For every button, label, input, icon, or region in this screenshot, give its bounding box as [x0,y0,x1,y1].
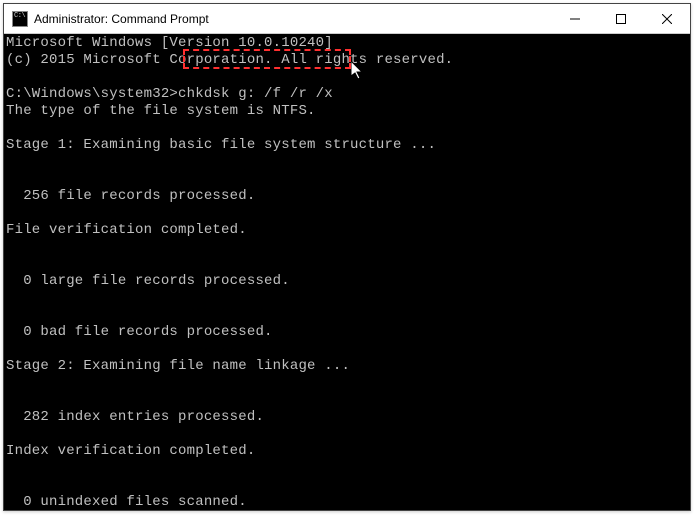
terminal-line: C:\Windows\system32>chkdsk g: /f /r /x [6,86,688,103]
terminal-line [6,205,688,222]
terminal-output[interactable]: Microsoft Windows [Version 10.0.10240](c… [4,34,690,510]
terminal-line: 0 bad file records processed. [6,324,688,341]
terminal-line: The type of the file system is NTFS. [6,103,688,120]
titlebar[interactable]: C:\ Administrator: Command Prompt [4,4,690,34]
terminal-line: 282 index entries processed. [6,409,688,426]
terminal-line: (c) 2015 Microsoft Corporation. All righ… [6,52,688,69]
terminal-line [6,171,688,188]
terminal-line: 0 large file records processed. [6,273,688,290]
cmd-icon: C:\ [12,11,28,27]
maximize-button[interactable] [598,4,644,33]
terminal-line: Index verification completed. [6,443,688,460]
terminal-line [6,392,688,409]
terminal-line [6,239,688,256]
terminal-line: Stage 2: Examining file name linkage ... [6,358,688,375]
terminal-line: 256 file records processed. [6,188,688,205]
terminal-line [6,375,688,392]
terminal-line [6,290,688,307]
window-title: Administrator: Command Prompt [34,12,552,26]
terminal-line [6,120,688,137]
command-prompt-window: C:\ Administrator: Command Prompt Micros… [3,3,691,511]
terminal-line [6,256,688,273]
terminal-line [6,69,688,86]
terminal-line: Microsoft Windows [Version 10.0.10240] [6,35,688,52]
terminal-line: 0 unindexed files scanned. [6,494,688,510]
terminal-line [6,341,688,358]
terminal-line [6,307,688,324]
terminal-line: Stage 1: Examining basic file system str… [6,137,688,154]
close-button[interactable] [644,4,690,33]
terminal-line [6,426,688,443]
window-controls [552,4,690,33]
minimize-button[interactable] [552,4,598,33]
terminal-line: File verification completed. [6,222,688,239]
terminal-line [6,477,688,494]
terminal-line [6,460,688,477]
terminal-line [6,154,688,171]
